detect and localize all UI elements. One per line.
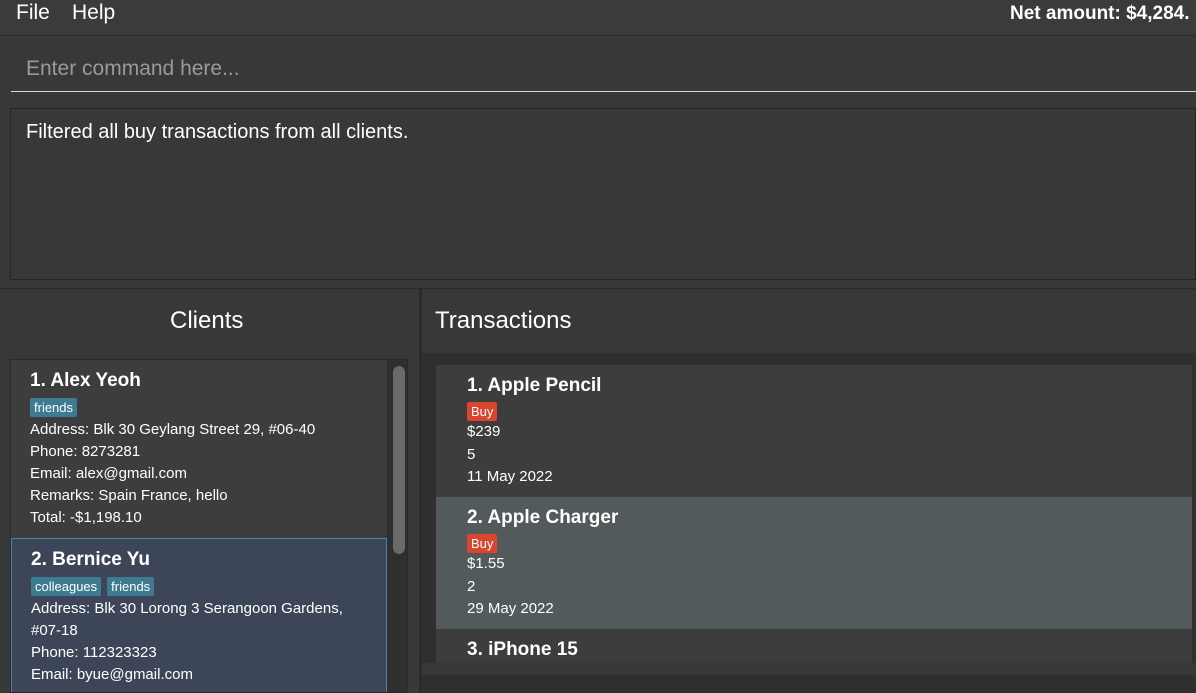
- clients-panel: Clients 1. Alex Yeoh friends Address: Bl…: [0, 289, 419, 693]
- menu-help[interactable]: Help: [72, 1, 115, 25]
- transaction-date: 29 May 2022: [467, 600, 554, 617]
- client-email: Email: byue@gmail.com: [31, 666, 193, 683]
- transaction-card[interactable]: 1. Apple Pencil Buy $239 5 11 May 2022: [436, 365, 1192, 497]
- client-tag: colleagues: [31, 577, 102, 596]
- transaction-name: 1. Apple Pencil: [467, 375, 602, 396]
- transactions-title: Transactions: [435, 307, 572, 334]
- client-email: Email: alex@gmail.com: [30, 465, 187, 482]
- transaction-name: 3. iPhone 15: [467, 639, 578, 660]
- transactions-panel: Transactions 1. Apple Pencil Buy $239 5 …: [422, 289, 1196, 693]
- transaction-card-selected[interactable]: 2. Apple Charger Buy $1.55 2 29 May 2022: [436, 497, 1192, 629]
- result-display: Filtered all buy transactions from all c…: [10, 108, 1196, 280]
- client-card[interactable]: 1. Alex Yeoh friends Address: Blk 30 Gey…: [11, 360, 387, 538]
- command-area: [0, 36, 1196, 100]
- transaction-quantity: 2: [467, 577, 476, 595]
- client-phone: Phone: 112323323: [31, 644, 157, 661]
- command-input[interactable]: [11, 46, 1196, 92]
- client-tag: friends: [30, 398, 78, 417]
- menu-bar: File Help Net amount: $4,284.: [0, 0, 1196, 36]
- transaction-price: $1.55: [467, 555, 505, 572]
- client-name: 2. Bernice Yu: [31, 549, 150, 570]
- buy-badge: Buy: [467, 534, 498, 553]
- transaction-name: 2. Apple Charger: [467, 507, 619, 528]
- clients-title: Clients: [170, 307, 244, 334]
- client-address: Address: Blk 30 Lorong 3 Serangoon Garde…: [31, 600, 343, 617]
- menu-file[interactable]: File: [16, 1, 50, 25]
- client-card-selected[interactable]: 2. Bernice Yu colleagues friends Address:…: [11, 538, 387, 692]
- transaction-list-footer: [422, 675, 1196, 693]
- client-total: Total: -$1,198.10: [30, 509, 142, 526]
- transaction-quantity: 5: [467, 445, 476, 463]
- app-window: File Help Net amount: $4,284. Filtered a…: [0, 0, 1196, 693]
- client-remarks: Remarks: Spain France, hello: [30, 487, 228, 504]
- client-phone: Phone: 8273281: [30, 443, 141, 460]
- result-area: Filtered all buy transactions from all c…: [0, 100, 1196, 288]
- buy-badge: Buy: [467, 402, 498, 421]
- transaction-price: $239: [467, 423, 501, 440]
- net-amount-label: Net amount: $4,284.: [1010, 3, 1190, 24]
- client-address: Address: Blk 30 Geylang Street 29, #06-4…: [30, 421, 316, 438]
- transaction-date: 11 May 2022: [467, 468, 553, 485]
- client-address-line2: #07-18: [31, 622, 78, 639]
- client-list[interactable]: 1. Alex Yeoh friends Address: Blk 30 Gey…: [10, 359, 408, 693]
- transaction-card[interactable]: 3. iPhone 15: [436, 629, 1192, 663]
- client-list-scrollbar[interactable]: [393, 366, 405, 554]
- client-tag: friends: [107, 577, 155, 596]
- client-name: 1. Alex Yeoh: [30, 370, 141, 391]
- transaction-list[interactable]: 1. Apple Pencil Buy $239 5 11 May 2022 2…: [422, 353, 1196, 663]
